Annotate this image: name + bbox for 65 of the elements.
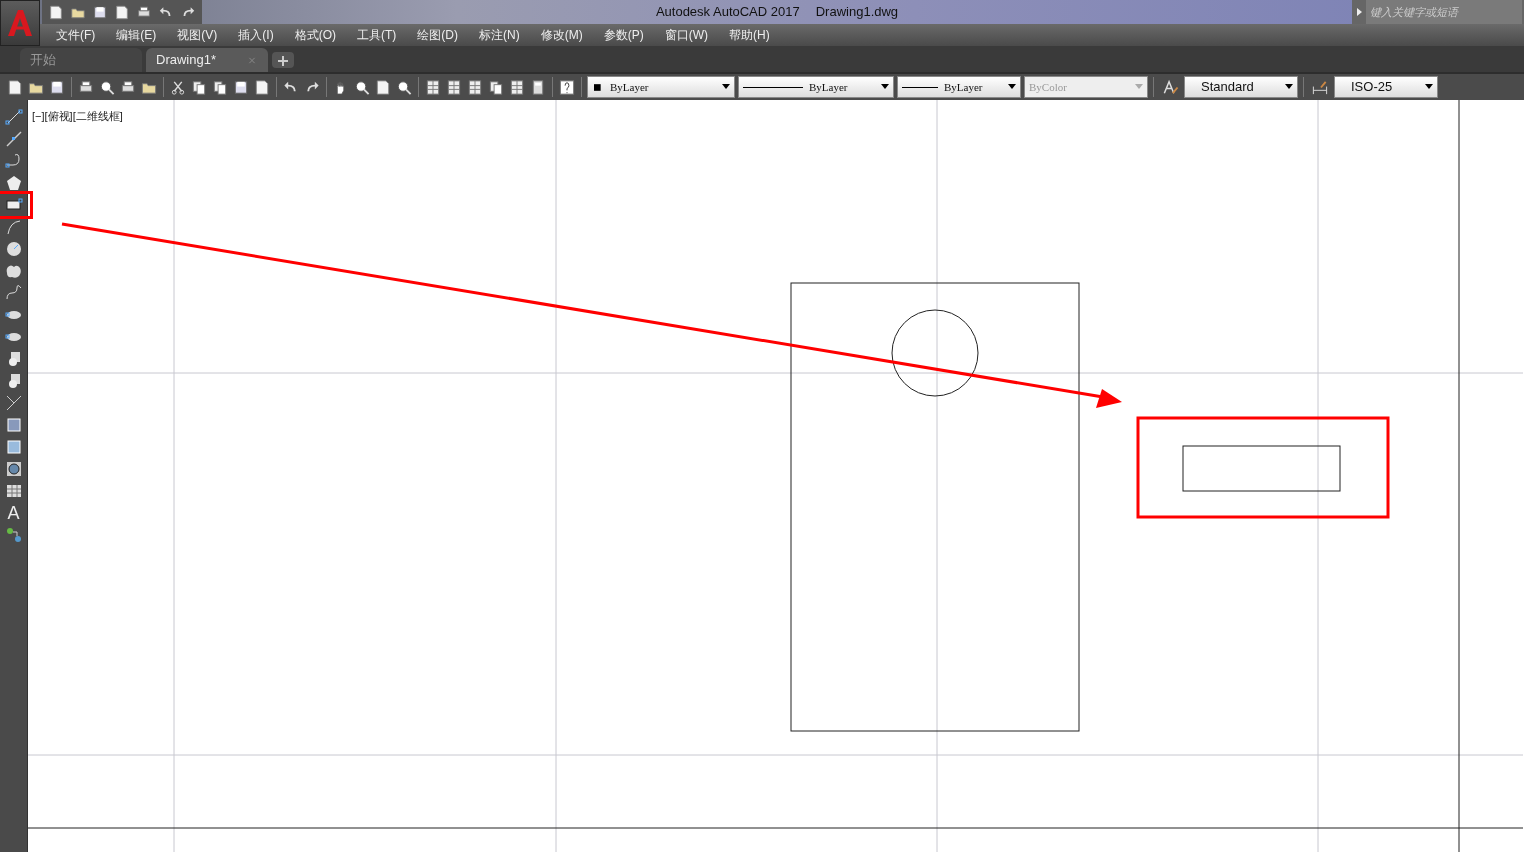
dropdown-value: ByLayer [610, 79, 649, 95]
caret-icon [722, 84, 730, 91]
draw-tool-button[interactable] [3, 284, 24, 302]
line-tool-icon [4, 108, 23, 126]
menu-item[interactable]: 帮助(H) [719, 26, 781, 44]
new-tab-button[interactable] [272, 52, 294, 68]
linetype-sample [743, 86, 803, 88]
new-file-icon[interactable] [48, 3, 64, 21]
polyline-icon [4, 152, 23, 170]
print-preview-icon[interactable] [98, 78, 116, 96]
paste-icon[interactable] [211, 78, 229, 96]
property-dropdown[interactable]: ByLayer [897, 76, 1021, 98]
gradient-icon [4, 438, 23, 456]
arc-icon [4, 218, 23, 236]
dropdown-value: ByLayer [809, 79, 848, 95]
spline-icon [4, 284, 23, 302]
point-icon [4, 394, 23, 412]
draw-tool-button[interactable] [3, 108, 24, 126]
document-title: Drawing1.dwg [815, 4, 899, 20]
caret-icon [1008, 84, 1016, 91]
save-icon[interactable] [48, 78, 66, 96]
menu-item[interactable]: 格式(O) [284, 26, 347, 44]
text-tool-button[interactable]: A [3, 504, 24, 522]
app-logo-icon[interactable] [0, 0, 40, 46]
circle-icon [4, 240, 23, 258]
menu-item[interactable]: 绘图(D) [407, 26, 469, 44]
search-field[interactable]: 键入关键字或短语 [1352, 0, 1524, 24]
nodes-icon [4, 526, 23, 544]
zoom-icon[interactable] [353, 78, 371, 96]
dropdown-value: Standard [1201, 78, 1254, 97]
dropdown-value: ByColor [1029, 79, 1067, 95]
plus-icon [278, 56, 288, 67]
menu-item[interactable]: 修改(M) [530, 26, 594, 44]
hatch-icon [4, 416, 23, 434]
caret-icon [1285, 83, 1293, 90]
caret-icon [1135, 84, 1143, 91]
help-icon[interactable] [558, 78, 576, 96]
caret-icon [881, 84, 889, 91]
menu-item[interactable]: 编辑(E) [106, 26, 168, 44]
pentagon-icon [4, 174, 23, 192]
menu-item[interactable]: 视图(V) [167, 26, 229, 44]
new-file-icon[interactable] [6, 78, 24, 96]
linetype-sample [902, 86, 938, 88]
menu-item[interactable]: 文件(F) [46, 26, 107, 44]
document-tab[interactable]: 开始 [20, 48, 142, 72]
table-icon [4, 482, 23, 500]
property-dropdown[interactable]: ByLayer [738, 76, 894, 98]
copy-icon[interactable] [190, 78, 208, 96]
menu-item[interactable]: 参数(P) [593, 26, 655, 44]
caret-icon [1425, 83, 1433, 90]
document-tab[interactable]: Drawing1* [146, 48, 268, 72]
menu-item[interactable]: 工具(T) [347, 26, 408, 44]
style-dropdown[interactable]: Standard [1184, 76, 1298, 98]
menu-item[interactable]: 窗口(W) [654, 26, 719, 44]
dropdown-value: ISO-25 [1351, 78, 1393, 97]
style-dropdown[interactable]: ISO-25 [1334, 76, 1438, 98]
property-dropdown[interactable]: ByLayer [587, 76, 735, 98]
zoom-previous-icon[interactable] [395, 78, 413, 96]
region-icon [4, 460, 23, 478]
menu-item[interactable]: 标注(N) [469, 26, 531, 44]
menu-item[interactable]: 插入(I) [228, 26, 285, 44]
app-title: Autodesk AutoCAD 2017 [655, 4, 800, 20]
dropdown-value: ByLayer [944, 79, 983, 95]
construction-line-icon [4, 130, 23, 148]
viewport-label[interactable]: [−][俯视][二维线框] [32, 108, 123, 125]
